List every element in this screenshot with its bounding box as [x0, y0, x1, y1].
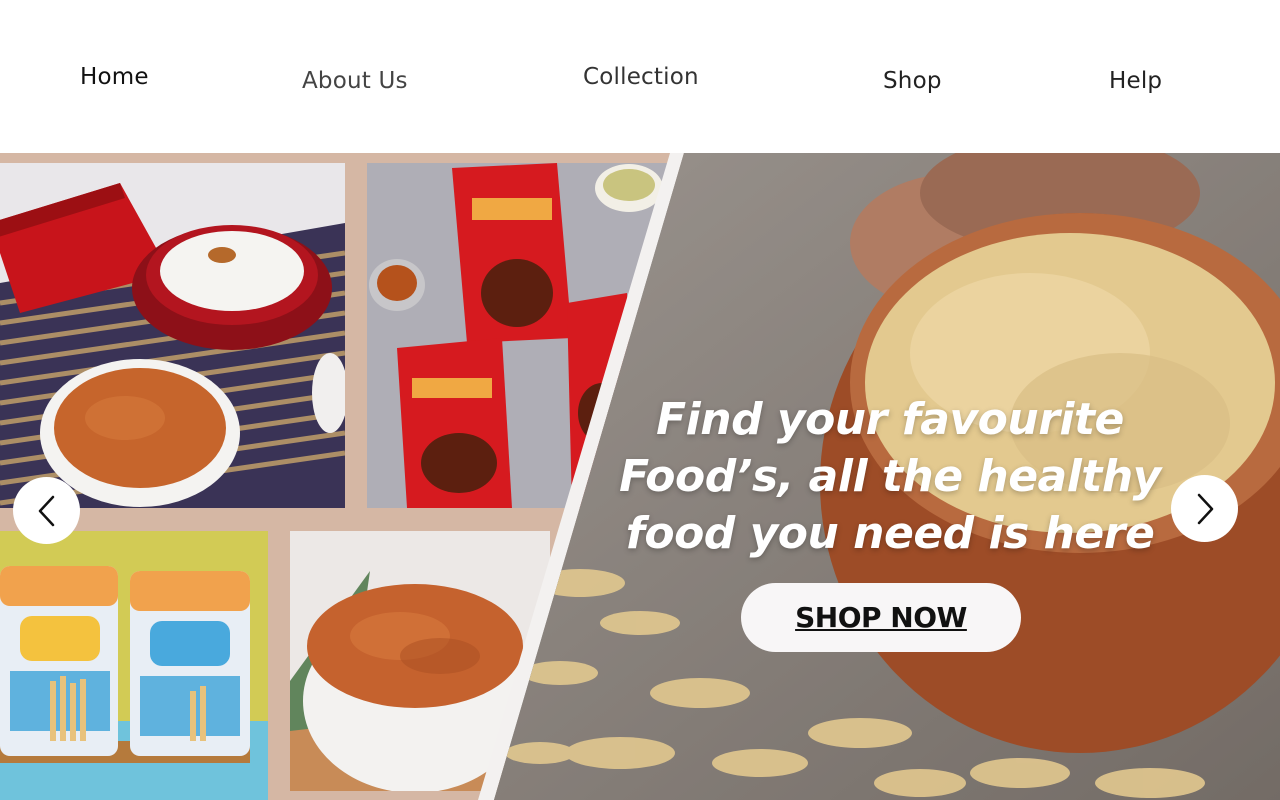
carousel-prev-button[interactable] [13, 477, 80, 544]
top-navigation: Home About Us Collection Shop Help [0, 0, 1280, 153]
carousel-next-button[interactable] [1171, 475, 1238, 542]
hero-headline-line-2: Food’s, all the healthy [619, 451, 1161, 502]
chevron-right-icon [1197, 493, 1213, 524]
nav-shop-link[interactable]: Shop [883, 68, 942, 94]
hero-headline-line-1: Find your favourite [656, 394, 1124, 445]
hero-headline-line-3: food you need is here [625, 508, 1155, 559]
nav-home-link[interactable]: Home [80, 64, 149, 90]
shop-now-button[interactable]: SHOP NOW [741, 583, 1021, 652]
nav-collection-link[interactable]: Collection [583, 64, 699, 90]
chevron-left-icon [38, 495, 54, 526]
hero-headline: Find your favourite Food’s, all the heal… [600, 391, 1180, 562]
nav-about-us-link[interactable]: About Us [302, 68, 408, 94]
nav-help-link[interactable]: Help [1109, 68, 1162, 94]
product-photo-fish-stick [0, 531, 268, 800]
hero-carousel: Find your favourite Food’s, all the heal… [0, 153, 1280, 800]
product-photo-floss-rice [0, 163, 345, 508]
